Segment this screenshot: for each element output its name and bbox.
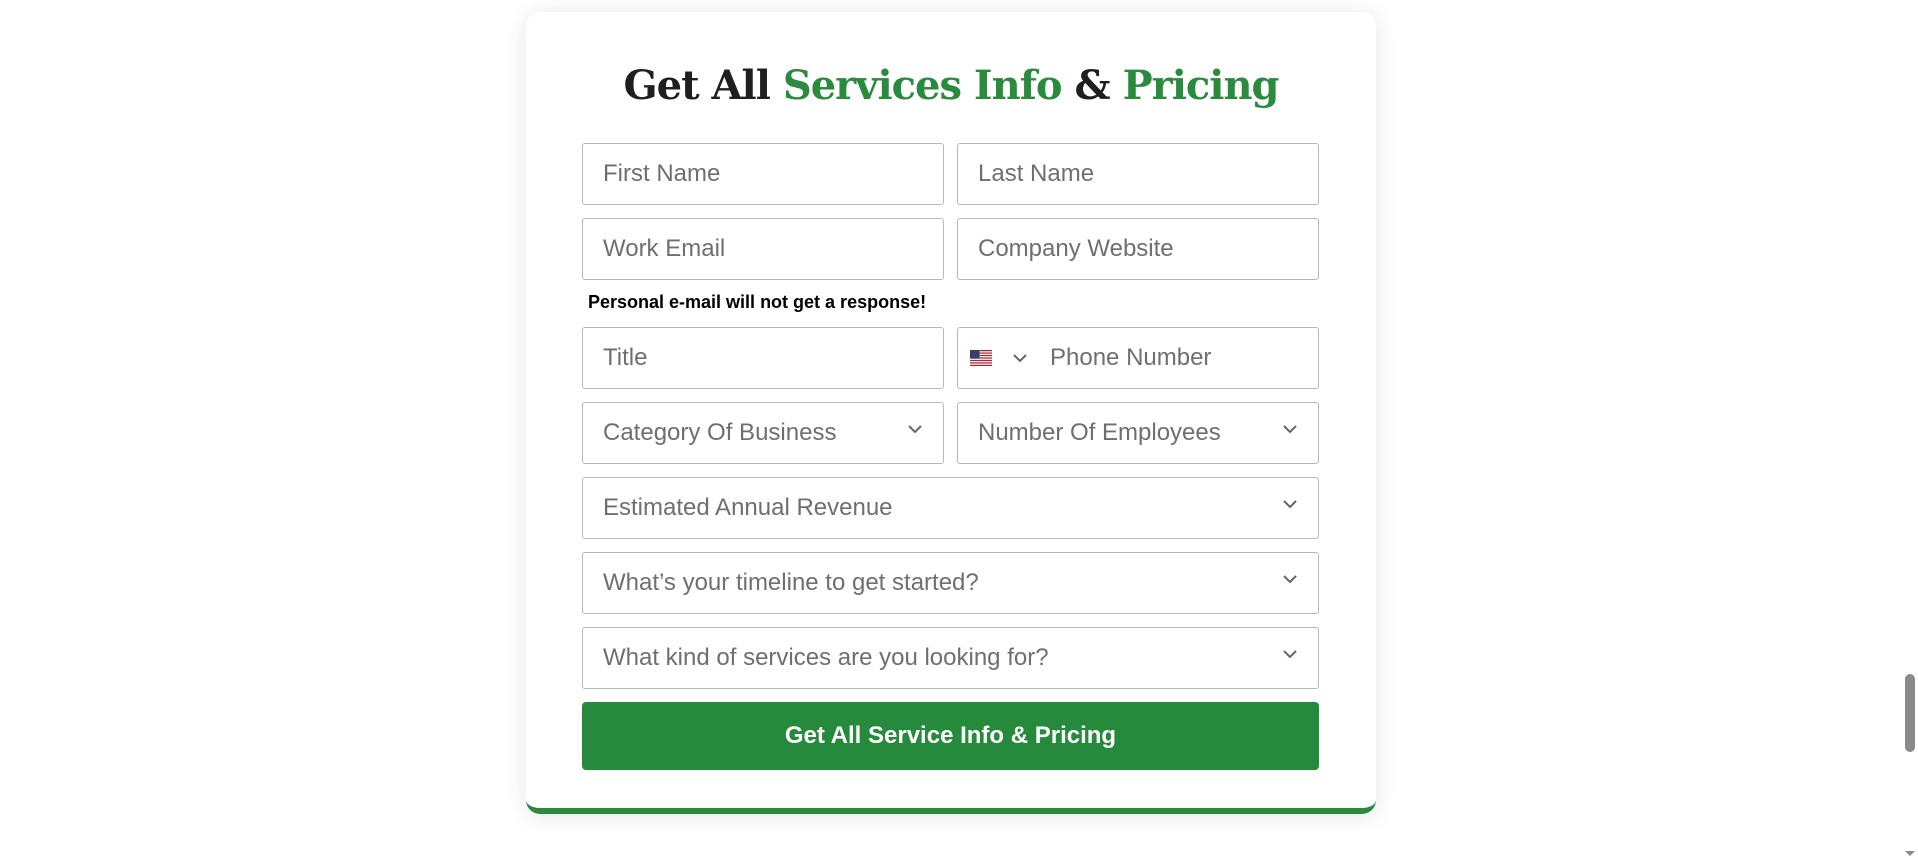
- heading-text-3: &: [1061, 62, 1123, 109]
- country-selector[interactable]: [970, 328, 1028, 388]
- timeline-select[interactable]: What’s your timeline to get started?: [582, 552, 1319, 614]
- email-note: Personal e-mail will not get a response!: [588, 292, 927, 312]
- category-of-business-select[interactable]: Category Of Business: [582, 402, 944, 464]
- timeline-placeholder: What’s your timeline to get started?: [603, 569, 979, 596]
- phone-number-input[interactable]: [1034, 328, 1318, 388]
- last-name-field[interactable]: [957, 143, 1319, 205]
- services-placeholder: What kind of services are you looking fo…: [603, 644, 1049, 671]
- scrollbar-thumb[interactable]: [1905, 674, 1915, 752]
- chevron-down-icon: [1283, 500, 1297, 509]
- chevron-down-icon: [1013, 354, 1027, 363]
- company-website-field[interactable]: [957, 218, 1319, 280]
- annual-revenue-select[interactable]: Estimated Annual Revenue: [582, 477, 1319, 539]
- chevron-down-icon: [1283, 650, 1297, 659]
- scroll-down-arrow-icon[interactable]: [1905, 851, 1915, 856]
- title-field[interactable]: [582, 327, 944, 389]
- heading-text-2: Services Info: [782, 62, 1063, 109]
- annual-revenue-placeholder: Estimated Annual Revenue: [603, 494, 893, 521]
- work-email-field[interactable]: [582, 218, 944, 280]
- page: Get All Services Info & Pricing Personal…: [0, 0, 1918, 858]
- first-name-field[interactable]: [582, 143, 944, 205]
- chevron-down-icon: [1283, 425, 1297, 434]
- heading-text-4: Pricing: [1122, 62, 1280, 109]
- number-of-employees-select[interactable]: Number Of Employees: [957, 402, 1319, 464]
- title-input[interactable]: [583, 328, 943, 388]
- first-name-input[interactable]: [583, 144, 943, 204]
- company-website-input[interactable]: [958, 219, 1318, 279]
- phone-field[interactable]: [957, 327, 1319, 389]
- chevron-down-icon: [1283, 575, 1297, 584]
- number-of-employees-placeholder: Number Of Employees: [978, 419, 1221, 446]
- us-flag-icon: [970, 350, 992, 366]
- chevron-down-icon: [908, 425, 922, 434]
- submit-button[interactable]: Get All Service Info & Pricing: [582, 702, 1319, 770]
- work-email-input[interactable]: [583, 219, 943, 279]
- services-select[interactable]: What kind of services are you looking fo…: [582, 627, 1319, 689]
- last-name-input[interactable]: [958, 144, 1318, 204]
- heading-text-1: Get All: [623, 62, 783, 109]
- form-heading: Get All Services Info & Pricing: [526, 62, 1376, 110]
- category-of-business-placeholder: Category Of Business: [603, 419, 837, 446]
